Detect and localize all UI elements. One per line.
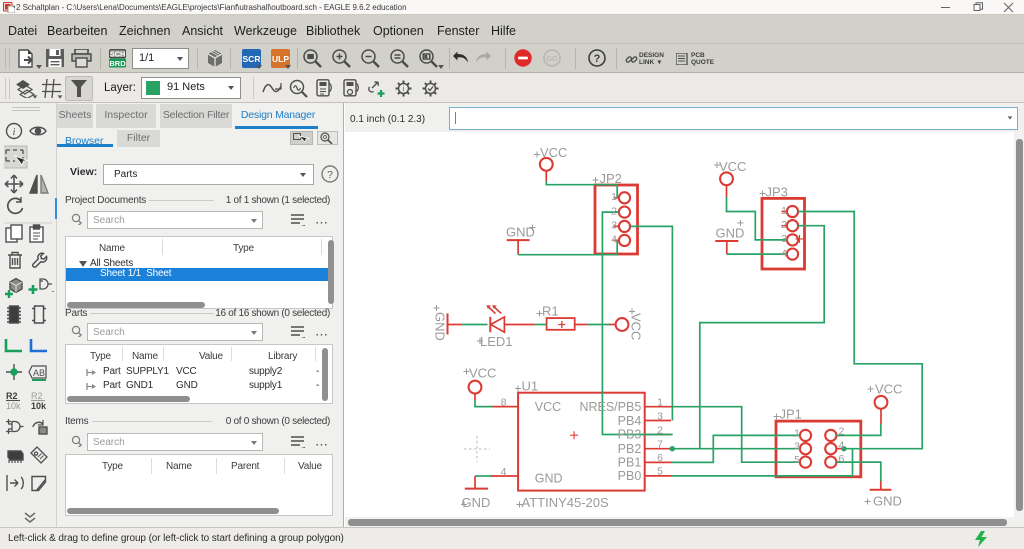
svg-text:4: 4 bbox=[611, 234, 617, 246]
svg-text:VCC: VCC bbox=[469, 366, 496, 381]
svg-text:BRD: BRD bbox=[109, 59, 126, 68]
svg-text:GND: GND bbox=[433, 312, 448, 341]
svg-text:AB: AB bbox=[33, 368, 45, 378]
svg-text:4: 4 bbox=[839, 440, 845, 452]
svg-text:4: 4 bbox=[501, 466, 507, 478]
svg-text:?: ? bbox=[594, 53, 601, 65]
svg-text:5: 5 bbox=[794, 454, 800, 466]
svg-text:2: 2 bbox=[839, 425, 845, 437]
svg-text:NRES/PB5: NRES/PB5 bbox=[579, 400, 641, 414]
svg-text:7: 7 bbox=[657, 439, 663, 451]
svg-text:3: 3 bbox=[657, 410, 663, 422]
svg-text:VCC: VCC bbox=[629, 313, 644, 340]
svg-text:6: 6 bbox=[657, 452, 663, 464]
svg-text:VCC: VCC bbox=[540, 145, 567, 160]
svg-text:1: 1 bbox=[657, 397, 663, 409]
svg-text:R2: R2 bbox=[31, 391, 43, 401]
svg-text:3: 3 bbox=[794, 441, 800, 453]
svg-text:2: 2 bbox=[657, 424, 663, 436]
svg-text:GO: GO bbox=[547, 56, 558, 63]
svg-text:10k: 10k bbox=[31, 401, 47, 411]
svg-text:JP1: JP1 bbox=[780, 407, 802, 422]
svg-text:1: 1 bbox=[794, 427, 800, 439]
svg-text:2: 2 bbox=[611, 205, 617, 217]
svg-text:R1: R1 bbox=[542, 304, 559, 319]
svg-text:JP2: JP2 bbox=[600, 171, 622, 186]
svg-text:ATTINY45-20S: ATTINY45-20S bbox=[522, 495, 610, 510]
svg-text:1: 1 bbox=[781, 205, 787, 217]
svg-text:ULP: ULP bbox=[272, 54, 289, 64]
svg-text:VCC: VCC bbox=[535, 400, 561, 414]
svg-text:PB1: PB1 bbox=[618, 455, 642, 469]
svg-text:U1: U1 bbox=[522, 379, 539, 394]
svg-text:i: i bbox=[13, 127, 16, 138]
svg-text:PB0: PB0 bbox=[618, 469, 642, 483]
svg-text:i: i bbox=[403, 86, 405, 93]
svg-text:6: 6 bbox=[839, 453, 845, 465]
svg-text:VCC: VCC bbox=[875, 382, 902, 397]
svg-text:JP3: JP3 bbox=[766, 185, 788, 200]
svg-text:PB4: PB4 bbox=[618, 414, 642, 428]
svg-text:2: 2 bbox=[781, 219, 787, 231]
svg-text:VCC: VCC bbox=[719, 159, 746, 174]
svg-text:GND: GND bbox=[535, 471, 563, 485]
svg-text:GND: GND bbox=[716, 226, 745, 241]
svg-text:PB3: PB3 bbox=[618, 428, 642, 442]
svg-text:5: 5 bbox=[657, 466, 663, 478]
svg-text:3: 3 bbox=[611, 220, 617, 232]
svg-text:GND: GND bbox=[462, 495, 491, 510]
svg-text:1: 1 bbox=[611, 191, 617, 203]
svg-text:SCR: SCR bbox=[243, 54, 261, 64]
svg-text:3: 3 bbox=[781, 233, 787, 245]
svg-text:GND: GND bbox=[506, 225, 535, 240]
svg-text:LED1: LED1 bbox=[480, 334, 513, 349]
svg-text:SCH: SCH bbox=[110, 49, 126, 58]
svg-text:8: 8 bbox=[501, 396, 507, 408]
svg-text:10k: 10k bbox=[6, 401, 21, 411]
svg-text:R2: R2 bbox=[6, 391, 18, 401]
svg-text:?: ? bbox=[327, 169, 333, 181]
svg-text:PB2: PB2 bbox=[618, 442, 642, 456]
svg-text:4: 4 bbox=[781, 247, 787, 259]
svg-text:GND: GND bbox=[873, 494, 902, 509]
